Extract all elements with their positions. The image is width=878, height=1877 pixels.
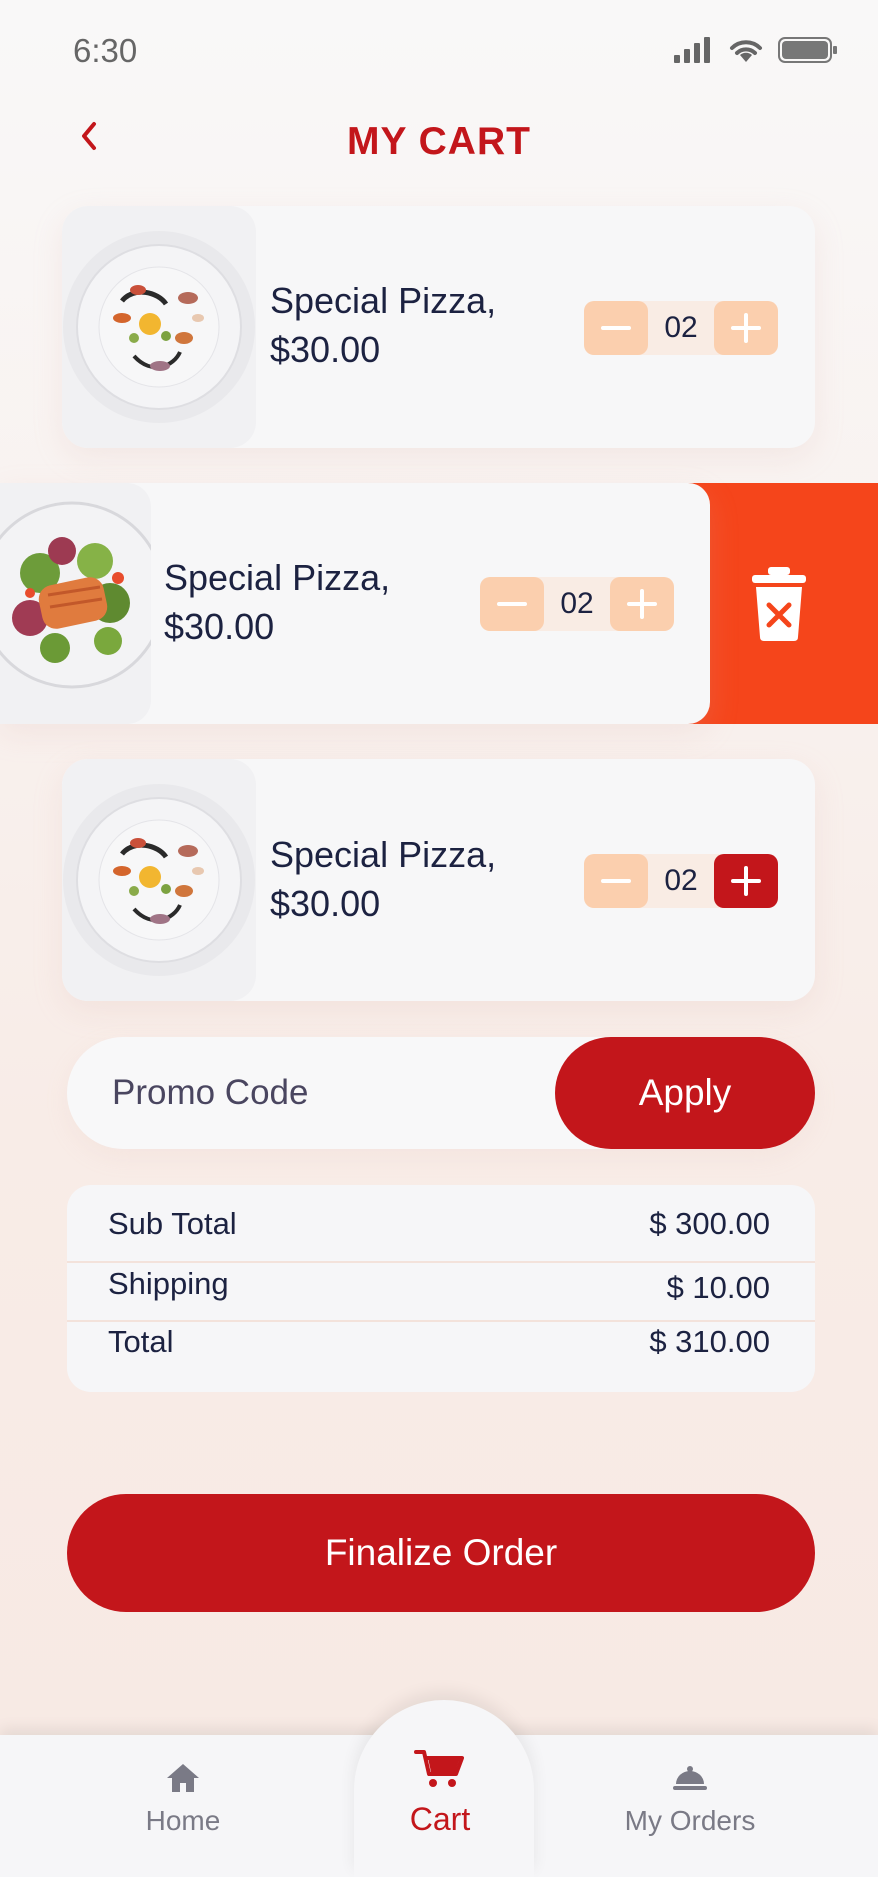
shipping-value: $ 10.00 <box>666 1270 770 1305</box>
finalize-order-button[interactable]: Finalize Order <box>67 1494 815 1612</box>
status-time: 6:30 <box>73 32 138 69</box>
cart-item: Special Pizza, $30.00 02 <box>62 759 815 1001</box>
cart-item: Special Pizza, $30.00 02 <box>62 206 815 448</box>
minus-icon <box>601 879 631 883</box>
total-label: Total <box>108 1324 174 1359</box>
nav-my-orders-label: My Orders <box>624 1805 756 1836</box>
subtotal-label: Sub Total <box>108 1206 237 1241</box>
shipping-row: Shipping $ 10.00 <box>67 1256 815 1314</box>
promo-code-input[interactable] <box>112 1065 532 1121</box>
seafood-plate-icon <box>63 231 255 423</box>
shipping-label: Shipping <box>108 1266 229 1301</box>
quantity-value: 02 <box>664 311 698 344</box>
item-name: Special Pizza, <box>270 834 497 875</box>
quantity-stepper: 02 <box>480 577 674 631</box>
wifi-icon <box>730 40 762 62</box>
increase-quantity-button[interactable] <box>714 301 778 355</box>
status-icons <box>674 36 838 64</box>
apply-promo-button[interactable]: Apply <box>555 1037 815 1149</box>
order-summary: Sub Total $ 300.00 Shipping $ 10.00 Tota… <box>67 1185 815 1392</box>
item-name: Special Pizza, <box>164 557 391 598</box>
quantity-stepper: 02 <box>584 301 778 355</box>
quantity-value: 02 <box>560 587 594 620</box>
decrease-quantity-button[interactable] <box>480 577 544 631</box>
subtotal-value: $ 300.00 <box>649 1206 770 1241</box>
nav-cart-label: Cart <box>409 1801 471 1837</box>
food-image <box>0 483 151 724</box>
nav-my-orders[interactable]: My Orders <box>600 1764 780 1837</box>
salmon-salad-plate-icon <box>0 501 151 689</box>
status-bar: 6:30 <box>0 0 878 100</box>
minus-icon <box>601 326 631 330</box>
home-icon <box>167 1764 199 1792</box>
decrease-quantity-button[interactable] <box>584 854 648 908</box>
battery-icon <box>778 37 837 63</box>
item-price: $30.00 <box>270 883 381 924</box>
page-title: MY CART <box>347 120 531 163</box>
nav-home[interactable]: Home <box>93 1762 273 1837</box>
seafood-plate-icon <box>63 784 255 976</box>
minus-icon <box>497 602 527 606</box>
decrease-quantity-button[interactable] <box>584 301 648 355</box>
promo-code-bar: Apply <box>67 1037 815 1149</box>
food-image <box>62 206 256 448</box>
cart-item: Special Pizza, $30.00 02 <box>0 483 710 724</box>
quantity-value: 02 <box>664 864 698 897</box>
food-image <box>62 759 256 1001</box>
item-name-price: Special Pizza, $30.00 <box>164 553 390 651</box>
header: MY CART <box>0 100 878 200</box>
cloche-icon <box>673 1766 707 1790</box>
item-price: $30.00 <box>270 329 381 370</box>
increase-quantity-button[interactable] <box>714 854 778 908</box>
item-name: Special Pizza, <box>270 280 497 321</box>
nav-cart[interactable]: Cart <box>350 1748 530 1838</box>
item-name-price: Special Pizza, $30.00 <box>270 276 496 374</box>
quantity-stepper: 02 <box>584 854 778 908</box>
subtotal-row: Sub Total $ 300.00 <box>67 1196 815 1254</box>
signal-icon <box>674 37 710 63</box>
item-price: $30.00 <box>164 606 275 647</box>
cart-icon <box>414 1750 464 1787</box>
total-row: Total $ 310.00 <box>67 1314 815 1372</box>
nav-home-label: Home <box>145 1805 221 1836</box>
total-value: $ 310.00 <box>649 1324 770 1359</box>
item-name-price: Special Pizza, $30.00 <box>270 830 496 928</box>
increase-quantity-button[interactable] <box>610 577 674 631</box>
